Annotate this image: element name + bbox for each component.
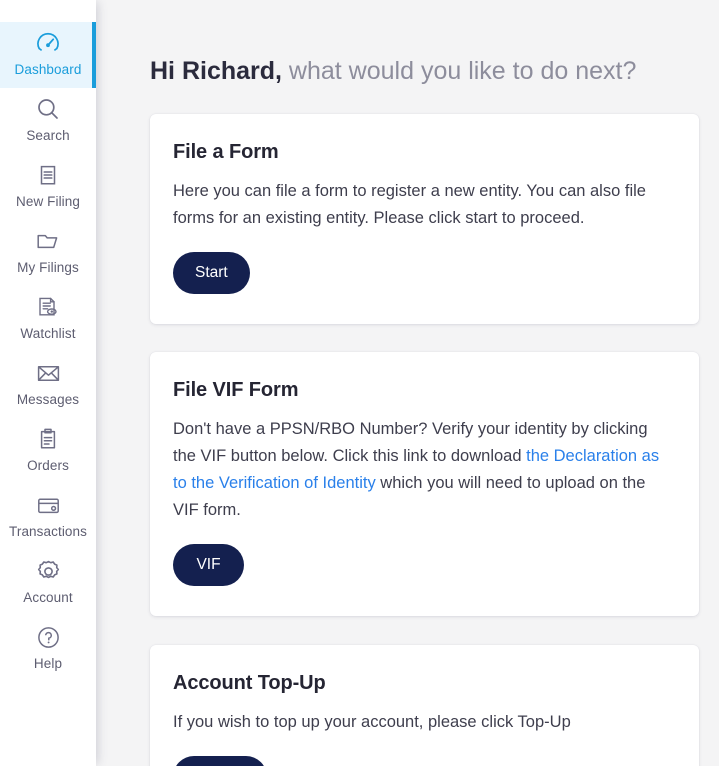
sidebar-item-label: Messages [16, 392, 80, 407]
sidebar-item-label: Search [26, 128, 70, 143]
search-icon [35, 94, 61, 124]
sidebar-item-help[interactable]: Help [0, 616, 96, 682]
greeting-question: what would you like to do next? [281, 57, 637, 85]
sidebar-item-label: Transactions [9, 524, 87, 539]
sidebar-item-label: My Filings [17, 260, 79, 275]
question-circle-icon [35, 622, 62, 652]
document-eye-icon [35, 292, 61, 322]
sidebar-item-label: Dashboard [14, 62, 82, 77]
card-title: Account Top-Up [173, 672, 326, 694]
greeting-name: Hi Richard, [150, 57, 282, 85]
sidebar-item-orders[interactable]: Orders [0, 418, 96, 484]
document-icon [35, 160, 61, 190]
sidebar-item-label: Help [33, 656, 63, 671]
sidebar: Dashboard Search New Filing My Filings W… [0, 0, 96, 766]
folder-icon [35, 226, 61, 256]
card-file-a-form: File a Form Here you can file a form to … [150, 114, 699, 324]
speedometer-icon [35, 28, 61, 58]
sidebar-item-new-filing[interactable]: New Filing [0, 154, 96, 220]
clipboard-icon [35, 424, 61, 454]
vif-button[interactable]: VIF [173, 544, 244, 586]
start-button[interactable]: Start [173, 252, 250, 294]
card-body-text: Here you can file a form to register a n… [173, 182, 646, 227]
sidebar-item-watchlist[interactable]: Watchlist [0, 286, 96, 352]
sidebar-item-label: Account [23, 590, 73, 605]
sidebar-item-label: New Filing [15, 194, 81, 209]
top-up-button[interactable]: Top-Up [173, 756, 267, 766]
page-title: Hi Richard, what would you like to do ne… [150, 56, 699, 86]
card-title: File a Form [173, 141, 279, 163]
sidebar-item-messages[interactable]: Messages [0, 352, 96, 418]
sidebar-item-my-filings[interactable]: My Filings [0, 220, 96, 286]
card-account-top-up: Account Top-Up If you wish to top up you… [150, 645, 699, 766]
card-body-text: Don't have a PPSN/RBO Number? Verify you… [173, 416, 671, 524]
sidebar-item-label: Orders [27, 458, 69, 473]
sidebar-item-account[interactable]: Account [0, 550, 96, 616]
card-title: File VIF Form [173, 379, 299, 401]
gear-icon [35, 556, 62, 586]
card-body-text: If you wish to top up your account, plea… [173, 713, 571, 731]
sidebar-item-dashboard[interactable]: Dashboard [0, 22, 96, 88]
main-content: Hi Richard, what would you like to do ne… [96, 0, 719, 766]
card-file-vif-form: File VIF Form Don't have a PPSN/RBO Numb… [150, 352, 699, 616]
sidebar-item-label: Watchlist [20, 326, 76, 341]
credit-card-icon [35, 490, 62, 520]
sidebar-item-transactions[interactable]: Transactions [0, 484, 96, 550]
envelope-icon [35, 358, 62, 388]
sidebar-item-search[interactable]: Search [0, 88, 96, 154]
